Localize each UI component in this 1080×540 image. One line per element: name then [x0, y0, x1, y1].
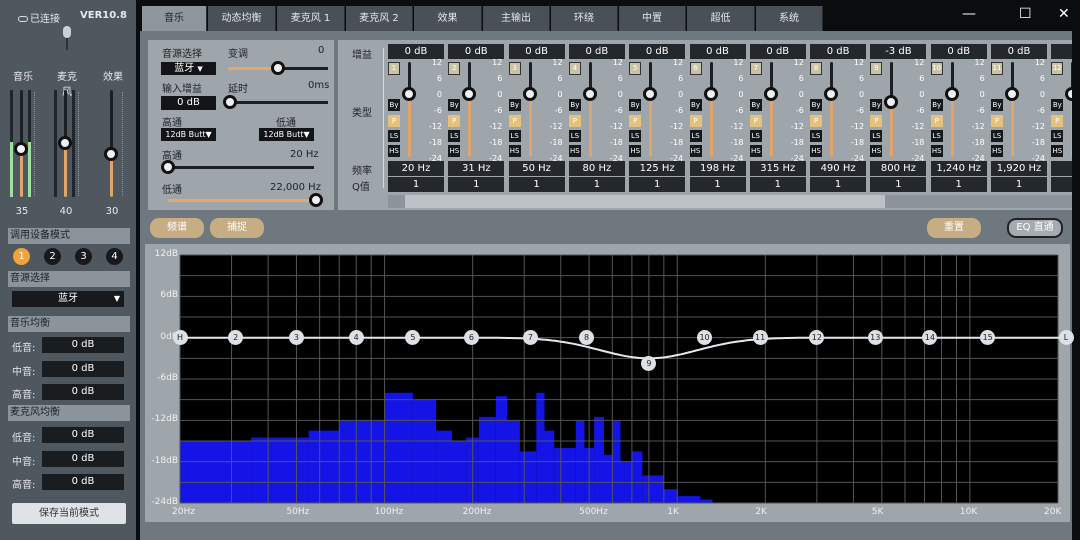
y-tick-label: -18dB — [151, 455, 178, 466]
x-tick-label: 100Hz — [374, 507, 404, 517]
eq-node-handle[interactable]: L — [1058, 330, 1074, 346]
spectrum-bar — [384, 392, 413, 503]
spectrum-bar — [536, 392, 545, 503]
eq-node-handle[interactable]: 13 — [867, 330, 883, 346]
spectrum-bar — [663, 489, 678, 503]
eq-node-handle[interactable]: 11 — [752, 330, 768, 346]
spectrum-bar — [631, 451, 643, 503]
spectrum-bar — [594, 416, 604, 503]
x-tick-label: 10K — [959, 507, 978, 517]
spectrum-bar — [452, 441, 467, 503]
eq-node-handle[interactable]: H — [172, 330, 188, 346]
y-tick-label: -12dB — [151, 414, 178, 425]
spectrum-bar — [519, 451, 537, 503]
y-tick-label: 6dB — [160, 290, 178, 301]
spectrum-bar — [544, 430, 555, 503]
x-tick-label: 5K — [871, 507, 884, 517]
x-tick-label: 20K — [1044, 507, 1062, 517]
y-tick-label: -6dB — [157, 373, 178, 383]
y-tick-label: -24dB — [151, 497, 178, 507]
eq-node-handle[interactable]: 7 — [522, 330, 538, 346]
spectrum-bar — [677, 496, 701, 503]
spectrum-bar — [436, 430, 453, 503]
x-tick-label: 50Hz — [286, 507, 310, 517]
spectrum-bar — [412, 399, 437, 503]
y-tick-label: 12dB — [154, 249, 178, 259]
spectrum-bar — [308, 430, 340, 503]
x-tick-label: 20Hz — [172, 507, 195, 517]
x-tick-label: 500Hz — [579, 507, 608, 517]
spectrum-bar — [251, 437, 309, 503]
spectrum-bar — [180, 441, 252, 503]
spectrum-bar — [495, 396, 507, 503]
eq-node-handle[interactable]: 4 — [348, 330, 364, 346]
eq-node-handle[interactable]: 6 — [463, 330, 479, 346]
x-tick-label: 200Hz — [462, 507, 492, 517]
x-tick-label: 2K — [755, 507, 767, 517]
spectrum-bar — [642, 475, 664, 503]
x-tick-label: 1K — [667, 507, 679, 517]
spectrum-bar — [478, 416, 496, 503]
spectrum-bar — [700, 499, 713, 503]
spectrum-bar — [554, 447, 576, 503]
